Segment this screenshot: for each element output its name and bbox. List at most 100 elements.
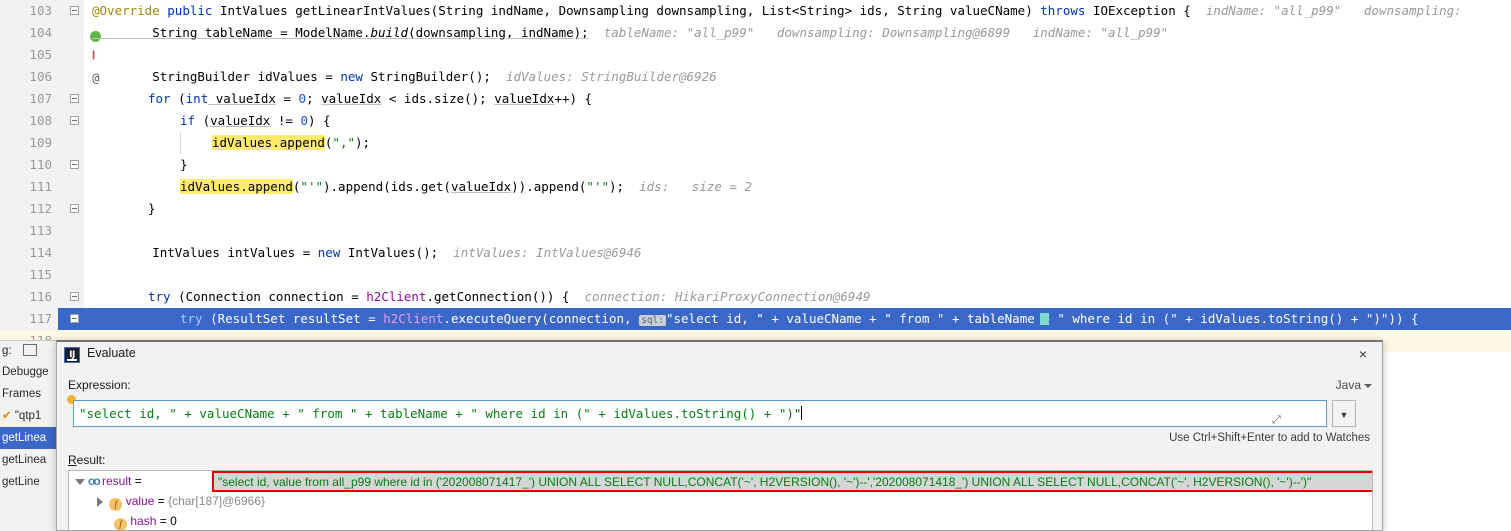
line-number-gutter: 114 [0,242,58,264]
evaluate-dialog[interactable]: IJ Evaluate × Expression: Java "select i… [56,340,1383,531]
tree-row-result[interactable]: oo result = "select id, value from all_p… [69,471,1372,492]
tree-row-value[interactable]: f value = {char[187]@6966} [69,491,1372,511]
code-line-117[interactable]: 117 try (ResultSet resultSet = h2Client.… [0,308,1511,350]
fold-column-117[interactable] [58,308,84,330]
line-number: 114 [29,245,52,260]
fold-column-107[interactable] [58,88,84,110]
fold-column-103[interactable] [58,0,84,22]
expand-icon[interactable]: ⤢ [1272,407,1286,426]
fold-column-114[interactable] [58,242,84,264]
code-fragment: (downsampling, indName); [408,25,589,40]
code-line-113[interactable]: 113 [0,220,1511,242]
thread-selector[interactable]: ✔ "qtp1 [0,405,60,427]
code-line-108[interactable]: 108 if (valueIdx != 0) { [0,110,1511,132]
dialog-title: Evaluate [87,346,136,360]
fold-collapse-icon[interactable] [70,292,79,301]
code-line-116[interactable]: 116 try (Connection connection = h2Clien… [0,286,1511,308]
tab-frames[interactable]: Frames [0,383,60,405]
fold-column-111[interactable] [58,176,84,198]
line-number-gutter: 113 [0,220,58,242]
code-line-110[interactable]: 110 } [0,154,1511,176]
tab-debugger-label: Debugge [2,366,49,378]
inline-debug-hint-106: idValues: StringBuilder@6926 [505,69,717,84]
code-line-103[interactable]: 103 ❙ @ @Override public IntValues getLi… [0,0,1511,85]
keyword-try: try [180,311,203,326]
fold-column-115[interactable] [58,264,84,286]
debugger-tool-window[interactable]: g: Debugge Frames ✔ "qtp1 getLinea getLi… [0,340,60,531]
variable-name: hash [130,514,157,528]
fold-column-105[interactable] [58,44,84,66]
frame-item-0[interactable]: getLinea [0,427,60,449]
thread-name: "qtp1 [14,410,42,422]
fold-column-113[interactable] [58,220,84,242]
chevron-down-icon: ▼ [1339,410,1349,420]
debug-toolbar[interactable]: g: [0,341,60,361]
code-text-114: IntValues intValues = new IntValues(); i… [92,242,641,264]
line-number: 105 [29,47,52,62]
line-number: 106 [29,69,52,84]
line-number: 107 [29,91,52,106]
fold-collapse-icon[interactable] [70,94,79,103]
fold-column-109[interactable] [58,132,84,154]
keyword-new: new [340,69,363,84]
fold-column-112[interactable] [58,198,84,220]
code-line-115[interactable]: 115 [0,264,1511,286]
code-fragment: ); [355,135,371,150]
keyword-public: public [167,3,213,18]
equals-sign: = [159,514,167,528]
close-icon[interactable]: × [1354,346,1372,364]
code-fragment: != [270,113,301,128]
code-line-107[interactable]: 107 for (int valueIdx = 0; valueIdx < id… [0,88,1511,110]
fold-column-106[interactable] [58,66,84,88]
line-number-gutter: 107 [0,88,58,110]
expression-input[interactable]: "select id, " + valueCName + " from " + … [73,400,1327,427]
keyword-for: for [148,91,171,106]
var-valueIdx: valueIdx [321,91,382,106]
variable-name: value [125,494,155,508]
code-fragment: )).append( [511,179,587,194]
line-number-gutter: 110 [0,154,58,176]
fold-collapse-icon[interactable] [70,6,79,15]
result-tree[interactable]: oo result = "select id, value from all_p… [68,470,1373,530]
line-number-gutter: 104 [0,22,58,44]
frame-item-1[interactable]: getLinea [0,449,60,471]
fold-collapse-icon[interactable] [70,204,79,213]
code-text-112: } [148,198,156,220]
language-selector[interactable]: Java [1336,378,1372,392]
fold-column-116[interactable] [58,286,84,308]
code-text-103: @Override public IntValues getLinearIntV… [92,0,1462,22]
code-line-114[interactable]: 114 IntValues intValues = new IntValues(… [0,242,1511,264]
code-line-105[interactable]: 105 [0,44,1511,66]
code-line-112[interactable]: 112 } [0,198,1511,220]
code-fragment: IntValues(); [340,245,439,260]
expression-history-dropdown[interactable]: ▼ [1332,400,1356,427]
code-text-104: String tableName = ModelName.build(downs… [92,22,1168,44]
code-line-109[interactable]: 109 idValues.append(","); [0,132,1511,154]
expression-row[interactable]: "select id, " + valueCName + " from " + … [67,395,1373,427]
fold-column-104[interactable] [58,22,84,44]
result-value-highlight[interactable]: "select id, value from all_p99 where id … [212,471,1372,492]
code-line-106[interactable]: 106 StringBuilder idValues = new StringB… [0,66,1511,88]
variable-name: result [102,474,132,488]
line-number-gutter: 105 [0,44,58,66]
fold-collapse-icon[interactable] [70,116,79,125]
fold-collapse-icon[interactable] [70,314,79,323]
code-line-104[interactable]: 104 String tableName = ModelName.build(d… [0,22,1511,44]
keyword-new: new [317,245,341,260]
code-line-111[interactable]: 111 idValues.append("'").append(ids.get(… [0,176,1511,198]
code-fragment: ).append(ids.get( [323,179,451,194]
tree-row-hash[interactable]: f hash = 0 [69,511,1372,530]
equals-sign: = [157,494,165,508]
frame-item-2[interactable]: getLine [0,471,60,493]
fold-column-110[interactable] [58,154,84,176]
fold-column-108[interactable] [58,110,84,132]
restore-layout-icon[interactable] [22,344,37,356]
inline-debug-hint-104: tableName: "all_p99" downsampling: Downs… [603,25,1169,40]
code-fragment: .executeQuery(connection, [443,311,640,326]
fold-collapse-icon[interactable] [70,160,79,169]
tab-debugger[interactable]: Debugge [0,361,60,383]
dialog-title-bar[interactable]: IJ Evaluate × [57,342,1382,369]
chevron-right-icon[interactable] [97,496,103,507]
chevron-down-icon[interactable] [75,478,85,485]
language-label: Java [1335,378,1361,392]
